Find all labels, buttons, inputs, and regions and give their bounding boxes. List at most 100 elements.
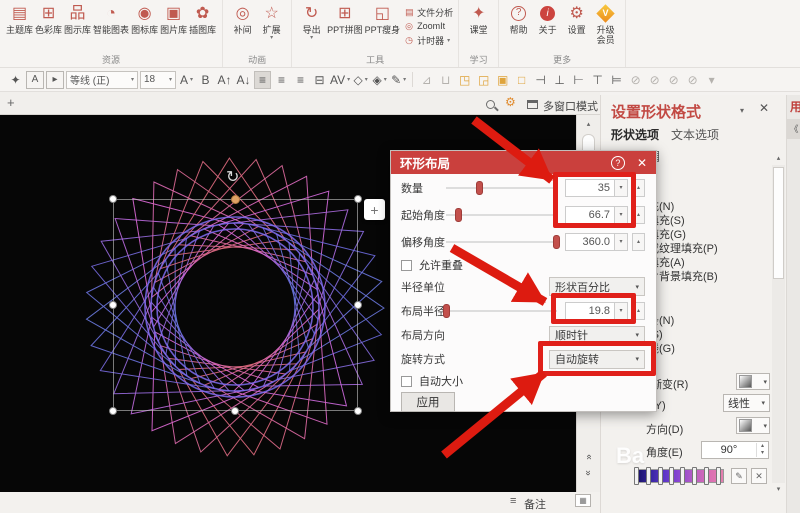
bold-icon[interactable]: B bbox=[197, 71, 214, 89]
edit-points-icon[interactable]: ⊿ bbox=[418, 71, 435, 89]
flip-h-icon[interactable]: ⊘ bbox=[665, 71, 682, 89]
ppt-merge-button[interactable]: ⊞PPT拼图 bbox=[326, 3, 364, 35]
shape-fill-icon[interactable]: ◈▾ bbox=[371, 71, 388, 89]
selection-handle[interactable] bbox=[109, 407, 117, 415]
gradient-stop-handle[interactable] bbox=[646, 467, 651, 485]
effects-icon[interactable]: ✦ bbox=[7, 71, 24, 89]
collapse-panel-button[interactable]: 《 bbox=[787, 119, 800, 139]
start-angle-value-field[interactable]: 66.7 bbox=[565, 206, 615, 224]
layout-radius-increase-button[interactable]: ▴ bbox=[632, 302, 645, 320]
text-box-icon[interactable]: A bbox=[26, 71, 44, 89]
clipart-library-button[interactable]: ✿插图库 bbox=[188, 3, 217, 35]
offset-angle-slider[interactable] bbox=[446, 241, 557, 243]
spinner-arrows-icon[interactable]: ▴▾ bbox=[756, 443, 768, 457]
classroom-button[interactable]: ✦课堂 bbox=[464, 3, 493, 35]
scroll-down-icon[interactable]: ▾ bbox=[772, 484, 785, 496]
font-family-select[interactable]: 等线 (正)▾ bbox=[66, 71, 138, 89]
line-spacing-icon[interactable]: ⊟ bbox=[311, 71, 328, 89]
rotate-handle-icon[interactable]: ↻ bbox=[226, 167, 239, 187]
auto-size-checkbox[interactable] bbox=[401, 376, 412, 387]
tween-button[interactable]: ◎补间 bbox=[228, 3, 257, 35]
distribute-objects-icon[interactable]: ⊨ bbox=[608, 71, 625, 89]
icon-library-button[interactable]: ◉图标库 bbox=[130, 3, 159, 35]
selection-handle[interactable] bbox=[354, 301, 362, 309]
search-icon[interactable] bbox=[486, 100, 495, 109]
flip-v-icon[interactable]: ⊘ bbox=[684, 71, 701, 89]
layout-direction-select[interactable]: 顺时针▾ bbox=[549, 326, 645, 345]
gradient-stop-handle[interactable] bbox=[692, 467, 697, 485]
offset-angle-increase-button[interactable]: ▴ bbox=[632, 233, 645, 251]
tab-text-options[interactable]: 文本选项 bbox=[671, 126, 719, 143]
extend-button[interactable]: ☆扩展▾ bbox=[257, 3, 286, 41]
scroll-up-icon[interactable]: ▴ bbox=[772, 153, 785, 165]
count-increase-button[interactable]: ▴ bbox=[632, 179, 645, 197]
count-slider[interactable] bbox=[446, 187, 557, 189]
remove-gradient-stop-button[interactable]: ✕ bbox=[751, 468, 767, 484]
ungroup-icon[interactable]: □ bbox=[513, 71, 530, 89]
start-angle-slider[interactable] bbox=[446, 214, 557, 216]
rotate-mode-select[interactable]: 自动旋转▾ bbox=[549, 350, 645, 369]
quick-add-button[interactable]: + bbox=[364, 199, 385, 220]
selection-handle[interactable] bbox=[109, 195, 117, 203]
diagram-library-button[interactable]: 品图示库 bbox=[63, 3, 92, 35]
count-value-field[interactable]: 35 bbox=[565, 179, 615, 197]
gradient-stops-bar[interactable] bbox=[634, 469, 724, 483]
slider-thumb[interactable] bbox=[553, 235, 560, 249]
add-gradient-stop-button[interactable]: ✎ bbox=[731, 468, 747, 484]
help-button[interactable]: ?帮助 bbox=[504, 3, 533, 35]
gear-icon[interactable]: ⚙ bbox=[505, 95, 516, 109]
ppt-slim-button[interactable]: ◱PPT瘦身 bbox=[364, 3, 402, 35]
align-left-icon[interactable]: ≡ bbox=[254, 71, 271, 89]
gradient-stop-handle[interactable] bbox=[704, 467, 709, 485]
rotate-left-icon[interactable]: ⊘ bbox=[627, 71, 644, 89]
settings-button[interactable]: ⚙设置 bbox=[562, 3, 591, 35]
align-objects-left-icon[interactable]: ⊣ bbox=[532, 71, 549, 89]
file-analysis-button[interactable]: ▤文件分析 bbox=[405, 5, 453, 19]
dialog-titlebar[interactable]: 环形布局 ? ✕ bbox=[391, 151, 656, 174]
rotate-right-icon[interactable]: ⊘ bbox=[646, 71, 663, 89]
zoomit-button[interactable]: ◎ZoomIt bbox=[405, 19, 453, 33]
font-size-select[interactable]: 18▾ bbox=[140, 71, 176, 89]
send-backward-icon[interactable]: ◲ bbox=[475, 71, 492, 89]
multiwindow-mode-button[interactable]: 多窗口模式 bbox=[543, 98, 598, 114]
align-objects-top-icon[interactable]: ⊤ bbox=[589, 71, 606, 89]
bring-forward-icon[interactable]: ◳ bbox=[456, 71, 473, 89]
theme-library-button[interactable]: ▤主题库 bbox=[5, 3, 34, 35]
layout-radius-slider[interactable] bbox=[446, 310, 557, 312]
merge-shapes-icon[interactable]: ⊔ bbox=[437, 71, 454, 89]
allow-overlap-checkbox[interactable] bbox=[401, 260, 412, 271]
gradient-angle-spinner[interactable]: 90°▴▾ bbox=[701, 441, 769, 459]
gradient-type-select[interactable]: 线性▾ bbox=[723, 394, 770, 412]
selection-handle[interactable] bbox=[109, 301, 117, 309]
start-angle-decrease-button[interactable]: ▾ bbox=[615, 206, 628, 224]
count-decrease-button[interactable]: ▾ bbox=[615, 179, 628, 197]
scroll-up-icon[interactable]: ▴ bbox=[581, 118, 596, 131]
gradient-stop-handle[interactable] bbox=[716, 467, 721, 485]
slider-thumb[interactable] bbox=[455, 208, 462, 222]
gradient-stop-handle[interactable] bbox=[680, 467, 685, 485]
new-slide-tab-button[interactable]: + bbox=[7, 95, 15, 110]
close-icon[interactable]: ✕ bbox=[637, 156, 647, 170]
notes-button[interactable]: 备注 bbox=[524, 496, 546, 512]
selection-handle[interactable] bbox=[354, 407, 362, 415]
color-library-button[interactable]: ⊞色彩库 bbox=[34, 3, 63, 35]
gradient-stop-handle[interactable] bbox=[634, 467, 639, 485]
export-button[interactable]: ↻导出▾ bbox=[297, 3, 326, 41]
smart-chart-button[interactable]: ◔智能图表 bbox=[92, 3, 130, 35]
gradient-stop-handle[interactable] bbox=[669, 467, 674, 485]
offset-angle-value-field[interactable]: 360.0 bbox=[565, 233, 615, 251]
panel-dropdown-icon[interactable]: ▾ bbox=[740, 106, 744, 115]
shape-outline-icon[interactable]: ✎▾ bbox=[390, 71, 407, 89]
align-right-icon[interactable]: ≡ bbox=[292, 71, 309, 89]
slider-thumb[interactable] bbox=[443, 304, 450, 318]
more-arrange-dropdown[interactable]: ▾ bbox=[703, 71, 720, 89]
char-spacing-icon[interactable]: AV▾ bbox=[330, 71, 350, 89]
adjust-handle[interactable] bbox=[231, 195, 240, 204]
next-slide-icon[interactable]: « bbox=[582, 466, 596, 481]
layout-radius-value-field[interactable]: 19.8 bbox=[565, 302, 615, 320]
tab-shape-options[interactable]: 形状选项 bbox=[611, 126, 659, 143]
selection-handle[interactable] bbox=[231, 407, 239, 415]
start-angle-increase-button[interactable]: ▴ bbox=[632, 206, 645, 224]
offset-angle-decrease-button[interactable]: ▾ bbox=[615, 233, 628, 251]
radius-unit-select[interactable]: 形状百分比▾ bbox=[549, 277, 645, 296]
